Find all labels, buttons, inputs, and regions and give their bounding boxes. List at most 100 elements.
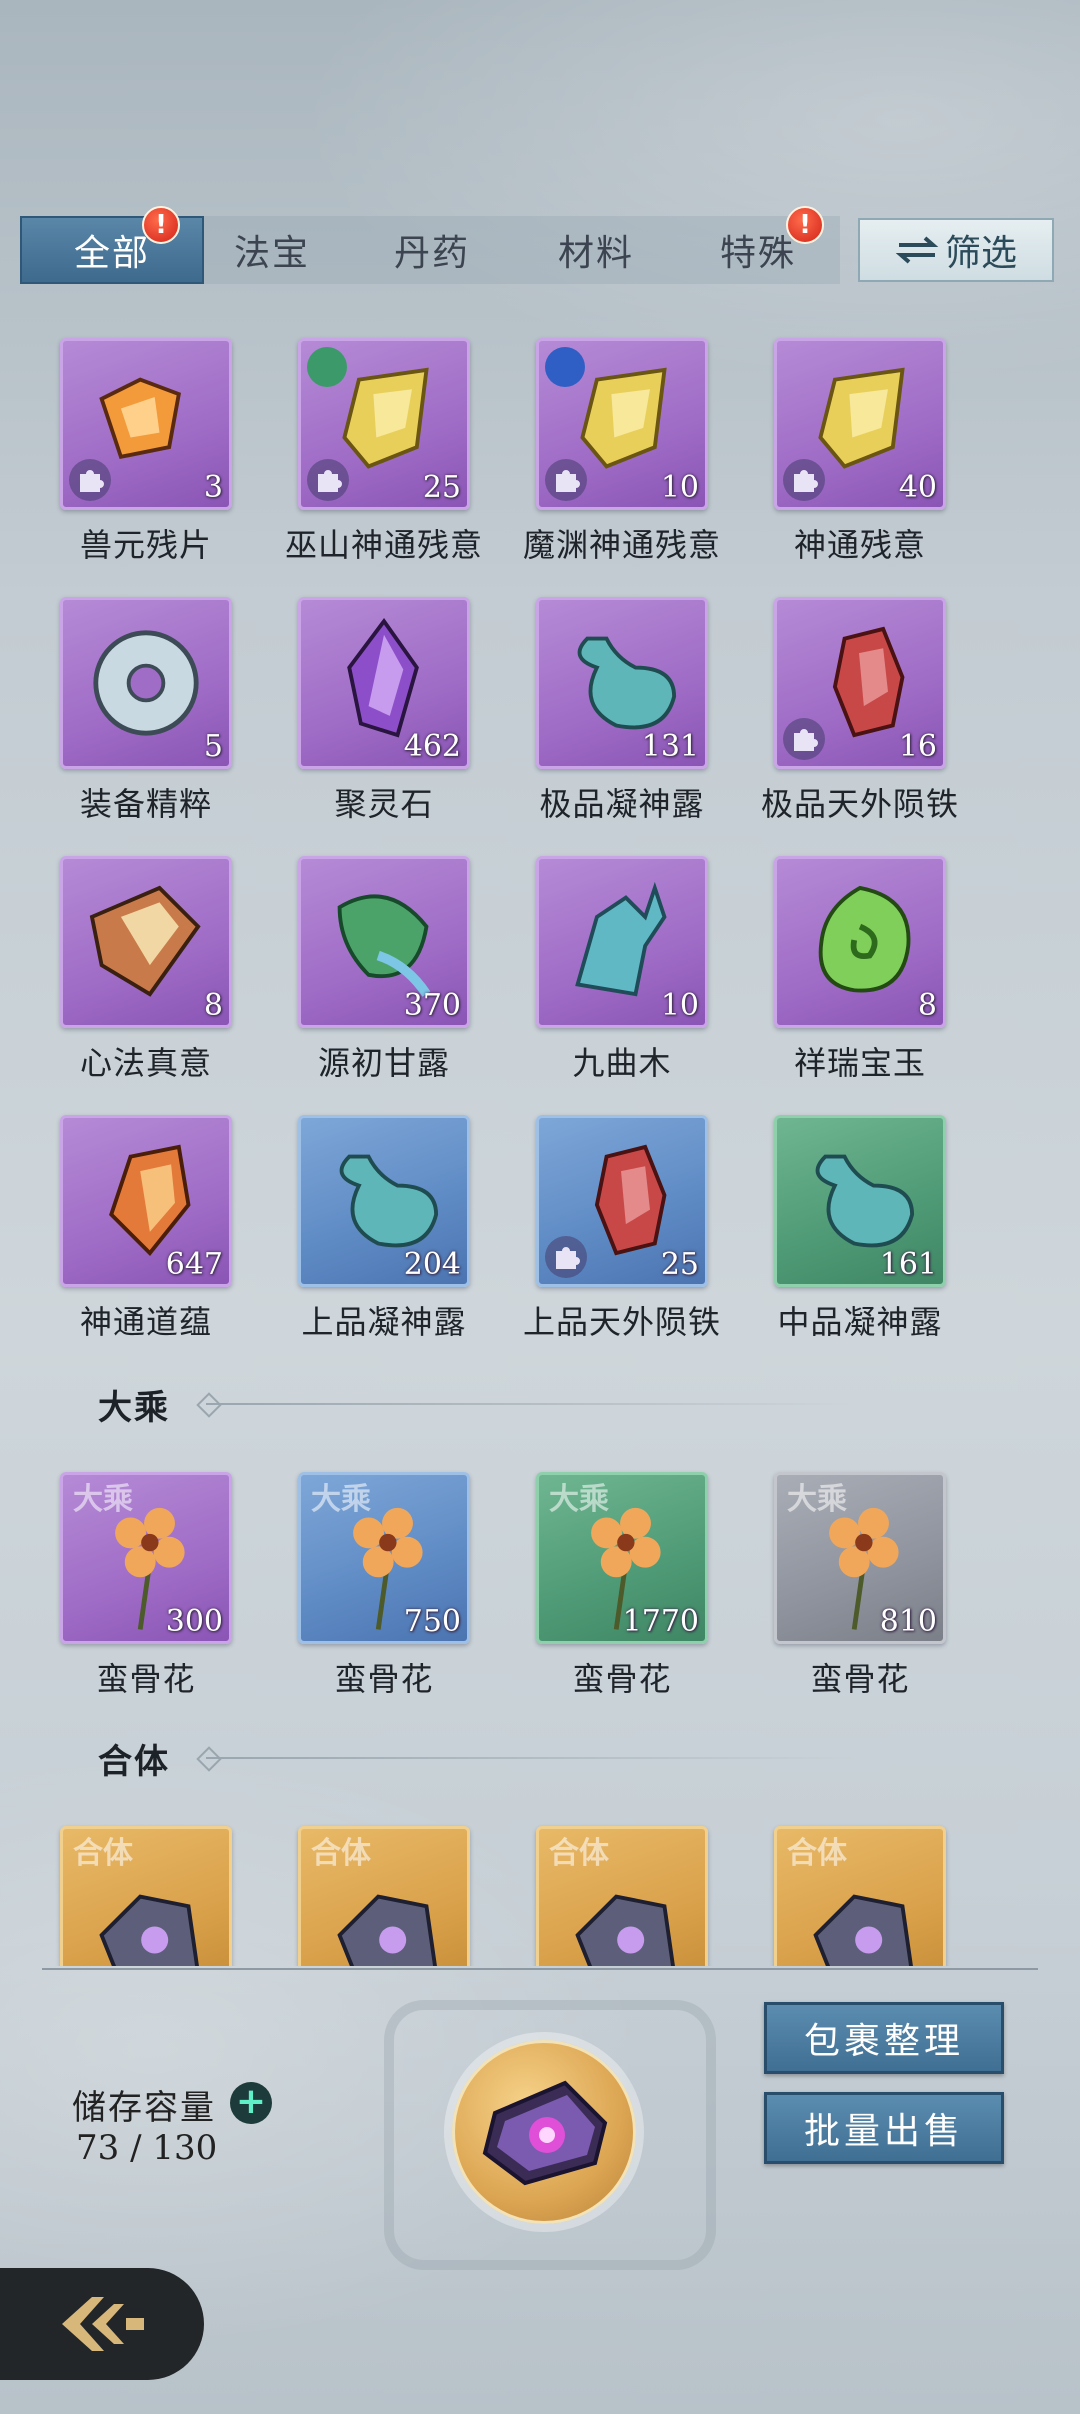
item-tile: 40: [774, 338, 946, 510]
item-count: 204: [403, 1247, 461, 1282]
inventory-item[interactable]: 10 九曲木: [503, 856, 741, 1084]
item-count: 5: [203, 729, 223, 764]
item-name: 蛮骨花: [810, 1660, 910, 1698]
inventory-item[interactable]: 10 魔渊神通残意: [503, 338, 741, 566]
filter-label: 筛选: [944, 233, 1017, 274]
storage-capacity-label: 储存容量: [72, 2088, 216, 2128]
inventory-item[interactable]: 8 心法真意: [27, 856, 265, 1084]
tab-cailiao[interactable]: 材料: [504, 216, 688, 284]
item-name: 神通道蕴: [79, 1303, 212, 1341]
storage-ring-button[interactable]: [452, 2040, 636, 2224]
fragment-puzzle-icon: [783, 718, 825, 760]
item-tile: 131: [536, 597, 708, 769]
item-name: 上品天外陨铁: [522, 1303, 721, 1341]
tab-cailiao-label: 材料: [557, 233, 634, 274]
inventory-item[interactable]: 大乘 300 蛮骨花: [27, 1472, 265, 1700]
expand-storage-plus-icon[interactable]: +: [230, 2082, 272, 2124]
section-title-dacheng: 大乘: [98, 1388, 170, 1428]
filter-button[interactable]: 筛选: [858, 218, 1054, 282]
fragment-puzzle-icon: [545, 1236, 587, 1278]
item-count: 300: [165, 1604, 223, 1639]
inventory-item[interactable]: 5 装备精粹: [27, 597, 265, 825]
storage-ring-icon: [482, 2080, 608, 2186]
item-name: 蛮骨花: [572, 1660, 672, 1698]
section-divider-line: [206, 1403, 856, 1405]
item-tile: 161: [774, 1115, 946, 1287]
inventory-item[interactable]: 合体: [503, 1826, 741, 1966]
tab-fabao[interactable]: 法宝: [180, 216, 364, 284]
item-count: 40: [898, 470, 937, 505]
item-tile: 25: [536, 1115, 708, 1287]
item-tile: 10: [536, 338, 708, 510]
item-tile: 10: [536, 856, 708, 1028]
item-name: 神通残意: [793, 526, 926, 564]
item-name: 巫山神通残意: [284, 526, 483, 564]
inventory-item[interactable]: 大乘 750 蛮骨花: [265, 1472, 503, 1700]
organize-bag-button[interactable]: 包裹整理: [764, 2002, 1004, 2074]
sect-emblem-icon: [307, 347, 347, 387]
item-tile: 5: [60, 597, 232, 769]
inventory-item[interactable]: 大乘 810 蛮骨花: [741, 1472, 979, 1700]
inventory-item[interactable]: 合体: [265, 1826, 503, 1966]
inventory-item[interactable]: 370 源初甘露: [265, 856, 503, 1084]
inventory-item[interactable]: 合体: [27, 1826, 265, 1966]
inventory-item[interactable]: 8 祥瑞宝玉: [741, 856, 979, 1084]
inventory-item[interactable]: 131 极品凝神露: [503, 597, 741, 825]
item-tile: 25: [298, 338, 470, 510]
item-tile: 8: [774, 856, 946, 1028]
item-count: 750: [403, 1604, 461, 1639]
item-count: 1770: [622, 1604, 699, 1639]
item-count: 8: [203, 988, 223, 1023]
inventory-item[interactable]: 25 巫山神通残意: [265, 338, 503, 566]
item-icon: [337, 1894, 437, 1966]
item-count: 131: [641, 729, 699, 764]
fragment-puzzle-icon: [69, 459, 111, 501]
item-count: 161: [879, 1247, 937, 1282]
item-name: 装备精粹: [79, 785, 212, 823]
back-button[interactable]: [0, 2268, 204, 2380]
item-count: 370: [403, 988, 461, 1023]
item-count: 810: [879, 1604, 937, 1639]
inventory-item[interactable]: 合体: [741, 1826, 979, 1966]
item-tile: 462: [298, 597, 470, 769]
inventory-item[interactable]: 大乘 1770 蛮骨花: [503, 1472, 741, 1700]
item-count: 462: [403, 729, 461, 764]
bulk-sell-button[interactable]: 批量出售: [764, 2092, 1004, 2164]
item-count: 16: [898, 729, 937, 764]
section-divider-ornament: [196, 1392, 222, 1418]
inventory-item[interactable]: 161 中品凝神露: [741, 1115, 979, 1343]
item-name: 极品天外陨铁: [760, 785, 959, 823]
item-tile: 大乘 810: [774, 1472, 946, 1644]
tab-danyao[interactable]: 丹药: [340, 216, 524, 284]
inventory-item[interactable]: 204 上品凝神露: [265, 1115, 503, 1343]
item-icon: [99, 1894, 199, 1966]
item-tile: 204: [298, 1115, 470, 1287]
item-name: 魔渊神通残意: [522, 526, 721, 564]
swap-arrows-icon: [895, 236, 939, 264]
inventory-item[interactable]: 462 聚灵石: [265, 597, 503, 825]
item-tile: 合体: [298, 1826, 470, 1966]
back-arrow-icon: [62, 2297, 144, 2351]
item-name: 蛮骨花: [334, 1660, 434, 1698]
item-name: 兽元残片: [79, 526, 212, 564]
inventory-item[interactable]: 16 极品天外陨铁: [741, 597, 979, 825]
item-tile: 合体: [536, 1826, 708, 1966]
item-tile: 647: [60, 1115, 232, 1287]
tab-teshu-label: 特殊: [719, 233, 796, 274]
tab-fabao-label: 法宝: [233, 233, 310, 274]
inventory-item[interactable]: 3 兽元残片: [27, 338, 265, 566]
fragment-puzzle-icon: [307, 459, 349, 501]
tab-all-alert-badge: !: [142, 206, 180, 244]
item-tile: 16: [774, 597, 946, 769]
inventory-item[interactable]: 25 上品天外陨铁: [503, 1115, 741, 1343]
inventory-item[interactable]: 40 神通残意: [741, 338, 979, 566]
bottom-divider: [42, 1968, 1038, 1970]
item-name: 中品凝神露: [777, 1303, 943, 1341]
fragment-puzzle-icon: [545, 459, 587, 501]
item-tile: 合体: [774, 1826, 946, 1966]
item-icon: [813, 1894, 913, 1966]
inventory-item[interactable]: 647 神通道蕴: [27, 1115, 265, 1343]
item-name: 九曲木: [572, 1044, 672, 1082]
item-count: 10: [660, 988, 699, 1023]
item-tile: 合体: [60, 1826, 232, 1966]
